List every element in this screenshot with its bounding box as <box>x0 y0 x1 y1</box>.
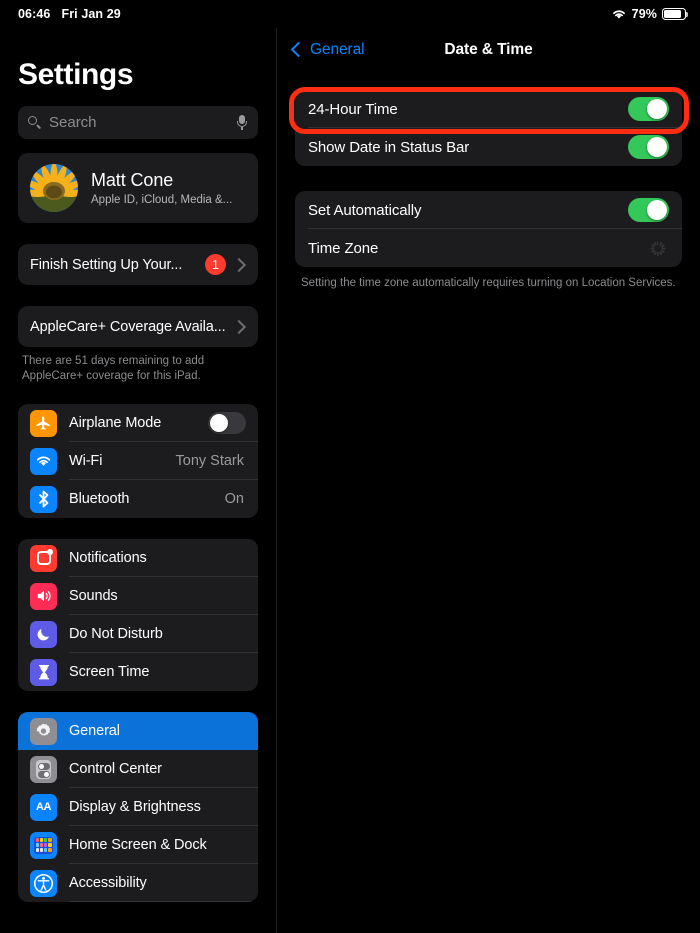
sidebar-item-bluetooth[interactable]: Bluetooth On <box>18 480 258 518</box>
hourglass-icon <box>30 658 57 686</box>
sidebar-item-label: Control Center <box>69 761 162 777</box>
status-date: Fri Jan 29 <box>61 7 121 21</box>
bluetooth-icon <box>30 485 57 513</box>
row-time-zone[interactable]: Time Zone <box>295 229 682 267</box>
control-center-icon <box>30 755 57 783</box>
gear-icon <box>30 717 57 745</box>
battery-percent: 79% <box>631 7 657 21</box>
search-icon <box>28 115 42 130</box>
microphone-icon[interactable] <box>236 114 248 131</box>
status-time: 06:46 <box>18 7 51 21</box>
sidebar-item-general[interactable]: General <box>18 712 258 750</box>
time-zone-group: Set Automatically Time Zone <box>295 191 682 267</box>
sidebar-item-do-not-disturb[interactable]: Do Not Disturb <box>18 615 258 653</box>
apple-id-row[interactable]: Matt Cone Apple ID, iCloud, Media &... <box>18 153 258 223</box>
time-format-group: 24-Hour Time Show Date in Status Bar <box>295 90 682 166</box>
sidebar-item-display-brightness[interactable]: AA Display & Brightness <box>18 788 258 826</box>
set-automatically-toggle[interactable] <box>628 198 669 222</box>
applecare-group: AppleCare+ Coverage Availa... <box>18 306 258 347</box>
chevron-right-icon <box>231 319 247 334</box>
time-zone-note: Setting the time zone automatically requ… <box>301 277 676 289</box>
sidebar-item-label: Bluetooth <box>69 491 130 507</box>
status-bar-right: 79% <box>611 7 689 21</box>
status-bar-left: 06:46 Fri Jan 29 <box>18 7 121 21</box>
sidebar-item-home-screen-dock[interactable]: Home Screen & Dock <box>18 826 258 864</box>
sidebar-item-control-center[interactable]: Control Center <box>18 750 258 788</box>
settings-sidebar[interactable]: Settings Search Matt Cone Apple ID, iClo… <box>0 28 277 933</box>
moon-icon <box>30 620 57 648</box>
account-name: Matt Cone <box>91 170 174 190</box>
applecare-label: AppleCare+ Coverage Availa... <box>30 318 226 335</box>
sidebar-item-wifi[interactable]: Wi-Fi Tony Stark <box>18 442 258 480</box>
sidebar-item-label: Airplane Mode <box>69 415 162 431</box>
wifi-icon <box>30 447 57 475</box>
search-input[interactable]: Search <box>18 106 258 139</box>
battery-icon <box>662 8 689 20</box>
sidebar-item-label: Wi-Fi <box>69 453 103 469</box>
status-bar: 06:46 Fri Jan 29 79% <box>0 0 700 28</box>
row-set-automatically[interactable]: Set Automatically <box>295 191 682 229</box>
sidebar-item-label: General <box>69 723 120 739</box>
finish-setup-row[interactable]: Finish Setting Up Your... 1 <box>18 244 258 285</box>
sidebar-item-label: Notifications <box>69 550 147 566</box>
finish-setup-label: Finish Setting Up Your... <box>30 256 183 273</box>
display-brightness-icon: AA <box>30 793 57 821</box>
page-title: Settings <box>18 58 134 91</box>
bluetooth-value: On <box>224 491 244 507</box>
airplane-icon <box>30 409 57 437</box>
wifi-icon <box>611 8 627 20</box>
row-label: Set Automatically <box>308 201 422 219</box>
row-label: 24-Hour Time <box>308 100 398 118</box>
home-screen-icon <box>30 831 57 859</box>
sidebar-item-label: Display & Brightness <box>69 799 201 815</box>
chevron-left-icon <box>290 41 307 58</box>
sidebar-item-sounds[interactable]: Sounds <box>18 577 258 615</box>
back-button-label: General <box>310 40 365 58</box>
back-button[interactable]: General <box>290 40 365 59</box>
notifications-icon <box>30 544 57 572</box>
row-label: Show Date in Status Bar <box>308 138 470 156</box>
sidebar-item-airplane-mode[interactable]: Airplane Mode <box>18 404 258 442</box>
notifications-group: Notifications Sounds Do Not Disturb Scre… <box>18 539 258 691</box>
loading-spinner-icon <box>649 240 665 256</box>
account-texts: Matt Cone Apple ID, iCloud, Media &... <box>91 170 232 206</box>
general-group: General Control Center AA Display & Brig… <box>18 712 258 902</box>
accessibility-icon <box>30 869 57 897</box>
date-time-detail-pane: General Date & Time 24-Hour Time Show Da… <box>277 28 700 933</box>
sidebar-item-accessibility[interactable]: Accessibility <box>18 864 258 902</box>
ipad-settings-screen: 06:46 Fri Jan 29 79% Settings Search Mat… <box>0 0 700 933</box>
search-placeholder: Search <box>49 114 97 131</box>
row-show-date-in-status-bar[interactable]: Show Date in Status Bar <box>295 128 682 166</box>
sidebar-item-notifications[interactable]: Notifications <box>18 539 258 577</box>
24-hour-time-toggle[interactable] <box>628 97 669 121</box>
navigation-bar: General Date & Time <box>277 28 700 71</box>
sounds-icon <box>30 582 57 610</box>
chevron-right-icon <box>231 257 247 272</box>
row-label: Time Zone <box>308 239 379 257</box>
apple-id-group: Matt Cone Apple ID, iCloud, Media &... <box>18 153 258 223</box>
finish-setup-group: Finish Setting Up Your... 1 <box>18 244 258 285</box>
split-view: Settings Search Matt Cone Apple ID, iClo… <box>0 28 700 933</box>
account-subtitle: Apple ID, iCloud, Media &... <box>91 194 233 206</box>
sidebar-item-label: Home Screen & Dock <box>69 837 207 853</box>
airplane-mode-toggle[interactable] <box>208 412 246 434</box>
sidebar-item-screen-time[interactable]: Screen Time <box>18 653 258 691</box>
sidebar-item-label: Accessibility <box>69 875 147 891</box>
applecare-note: There are 51 days remaining to add Apple… <box>22 355 205 382</box>
sidebar-item-label: Sounds <box>69 588 118 604</box>
sidebar-item-label: Screen Time <box>69 664 150 680</box>
status-badge: 1 <box>205 254 226 275</box>
row-24-hour-time[interactable]: 24-Hour Time <box>295 90 682 128</box>
applecare-row[interactable]: AppleCare+ Coverage Availa... <box>18 306 258 347</box>
sidebar-item-label: Do Not Disturb <box>69 626 163 642</box>
wifi-network-value: Tony Stark <box>175 453 245 469</box>
show-date-toggle[interactable] <box>628 135 669 159</box>
avatar <box>30 164 78 212</box>
connectivity-group: Airplane Mode Wi-Fi Tony Stark Bluetooth… <box>18 404 258 518</box>
